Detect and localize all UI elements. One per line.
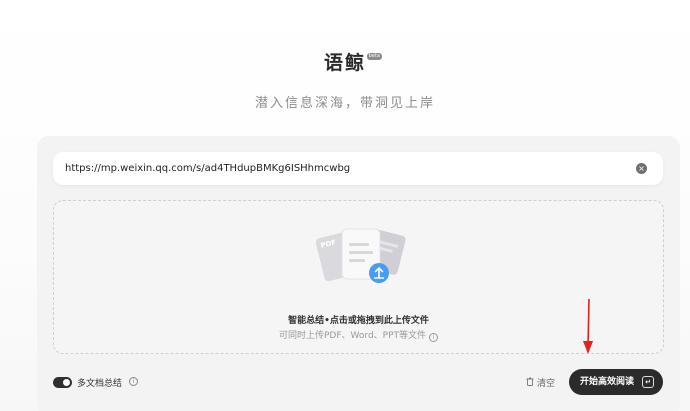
- action-row: 多文档总结 i 清空 开始高效阅读 ↵: [37, 369, 680, 399]
- enter-icon: ↵: [642, 376, 654, 388]
- clear-button[interactable]: 清空: [526, 376, 555, 389]
- url-input[interactable]: [65, 152, 625, 185]
- upload-dropzone[interactable]: PDF 智能总结•点击或拖拽到此上传文件 可同时上传PDF、Word、PPT等文…: [53, 200, 664, 354]
- dropzone-sub-label: 可同时上传PDF、Word、PPT等文件: [278, 331, 427, 341]
- multi-doc-info-icon[interactable]: i: [129, 377, 138, 386]
- title-wrap: 语鲸 beta: [323, 48, 382, 75]
- dropzone-sub-text: 可同时上传PDF、Word、PPT等文件 i: [54, 328, 663, 342]
- beta-badge: beta: [366, 53, 382, 60]
- app-title: 语鲸: [323, 52, 366, 74]
- trash-icon: [526, 377, 534, 388]
- clear-label: 清空: [537, 379, 556, 389]
- app-subtitle: 潜入信息深海，带洞见上岸: [254, 96, 435, 111]
- input-panel: × PDF 智能总结•点击或拖拽到此上传文件 可同时上传PDF、Word、PPT…: [37, 136, 680, 411]
- clear-url-icon[interactable]: ×: [636, 163, 647, 174]
- toggle-knob: [63, 379, 70, 386]
- dropzone-main-text: 智能总结•点击或拖拽到此上传文件: [288, 316, 429, 326]
- url-bar: ×: [53, 152, 663, 185]
- hero: 语鲸 beta 潜入信息深海，带洞见上岸: [0, 48, 690, 111]
- start-reading-button[interactable]: 开始高效阅读 ↵: [569, 369, 663, 395]
- annotation-arrow-icon: [583, 298, 593, 354]
- info-icon[interactable]: i: [429, 333, 439, 342]
- document-upload-icon: PDF: [316, 228, 406, 283]
- multi-doc-toggle[interactable]: [53, 377, 72, 388]
- multi-doc-label: 多文档总结: [77, 379, 123, 389]
- start-reading-label: 开始高效阅读: [580, 377, 635, 387]
